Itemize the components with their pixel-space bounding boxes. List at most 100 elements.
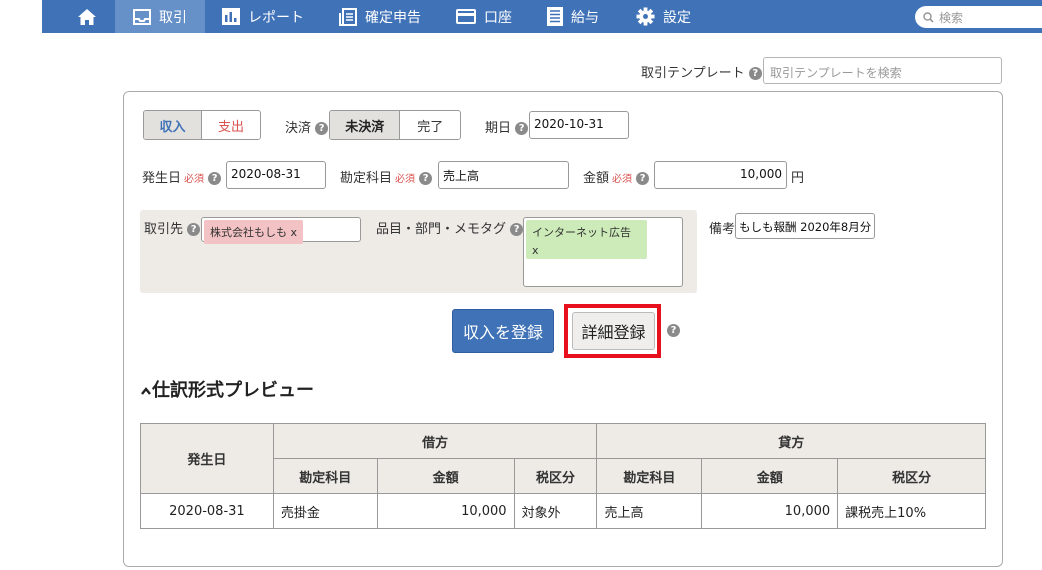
amount-input[interactable]: 10,000: [654, 161, 787, 189]
expense-toggle-button[interactable]: 支出: [202, 111, 260, 139]
nav-accounts-label: 口座: [484, 9, 512, 26]
nav-reports[interactable]: レポート: [222, 0, 304, 33]
search-icon: [923, 11, 934, 23]
col-header-credit-account: 勘定科目: [596, 458, 703, 494]
items-label-group: 品目・部門・メモタグ ?: [376, 218, 524, 237]
cell-debit-tax: 対象外: [513, 493, 598, 529]
template-label-group: 取引テンプレート ?: [641, 62, 762, 81]
settlement-toggle: 未決済 完了: [329, 110, 461, 140]
yen-unit: 円: [791, 171, 805, 186]
journal-preview-table: 発生日 借方 貸方 勘定科目 金額 税区分 勘定科目 金額 税区分 2020-0…: [140, 423, 986, 529]
chevron-up-icon: [141, 387, 151, 395]
expense-toggle-label: 支出: [217, 119, 244, 135]
account-input[interactable]: 売上高: [438, 161, 569, 189]
global-search-input[interactable]: 検索: [915, 6, 1042, 28]
table-row: 2020-08-31 売掛金 10,000 対象外 売上高 10,000 課税売…: [140, 493, 986, 529]
template-search-placeholder: 取引テンプレートを検索: [770, 66, 902, 80]
col-header-debit-tax: 税区分: [513, 458, 598, 494]
issue-date-label: 発生日: [142, 171, 182, 186]
document-icon: [339, 7, 357, 26]
col-header-debit: 借方: [272, 423, 598, 459]
required-mark: 必須: [612, 174, 633, 185]
due-date-label: 期日: [485, 121, 512, 136]
settlement-label-group: 決済 ?: [285, 117, 329, 136]
nav-tax-return-label: 確定申告: [365, 9, 421, 26]
col-header-credit-tax: 税区分: [837, 458, 986, 494]
income-toggle-button[interactable]: 収入: [144, 111, 202, 139]
cell-debit-amount: 10,000: [376, 493, 515, 529]
nav-reports-label: レポート: [248, 9, 304, 26]
issue-date-label-group: 発生日 必須 ?: [142, 167, 222, 186]
items-label: 品目・部門・メモタグ: [376, 222, 507, 237]
help-icon[interactable]: ?: [315, 122, 329, 135]
required-mark: 必須: [395, 174, 416, 185]
partner-tag[interactable]: 株式会社もしも x: [204, 220, 304, 244]
cell-credit-amount: 10,000: [701, 493, 839, 529]
issue-date-input[interactable]: 2020-08-31: [226, 161, 326, 189]
list-icon: [547, 7, 563, 26]
help-icon[interactable]: ?: [515, 122, 529, 135]
gear-icon: [636, 7, 655, 26]
help-icon[interactable]: ?: [636, 172, 650, 185]
cell-credit-tax: 課税売上10%: [837, 493, 986, 529]
help-icon[interactable]: ?: [667, 324, 680, 337]
settled-toggle-label: 完了: [417, 119, 444, 135]
partner-label-group: 取引先 ?: [144, 218, 201, 237]
account-label: 勘定科目: [340, 171, 393, 186]
register-income-label: 収入を登録: [462, 323, 543, 342]
col-header-debit-account: 勘定科目: [272, 458, 378, 494]
cell-debit-account: 売掛金: [272, 493, 378, 529]
income-expense-toggle: 収入 支出: [143, 110, 261, 140]
nav-settings[interactable]: 設定: [636, 0, 691, 33]
register-income-button[interactable]: 収入を登録: [452, 309, 554, 353]
settlement-label: 決済: [285, 121, 312, 136]
template-search-input[interactable]: 取引テンプレートを検索: [763, 57, 1002, 84]
template-label: 取引テンプレート: [641, 66, 745, 81]
unsettled-toggle-label: 未決済: [345, 119, 385, 135]
inbox-icon: [133, 8, 151, 25]
amount-label: 金額: [583, 171, 610, 186]
amount-label-group: 金額 必須 ?: [583, 167, 650, 186]
unsettled-toggle-button[interactable]: 未決済: [330, 111, 401, 139]
nav-payroll-label: 給与: [571, 9, 599, 26]
memo-tag-remove[interactable]: x: [532, 242, 641, 260]
col-header-credit: 貸方: [596, 423, 986, 459]
detail-register-button[interactable]: 詳細登録: [572, 312, 655, 350]
help-icon[interactable]: ?: [748, 67, 762, 80]
nav-transactions-label: 取引: [159, 9, 187, 26]
preview-title: 仕訳形式プレビュー: [152, 380, 314, 401]
required-mark: 必須: [184, 174, 205, 185]
search-placeholder: 検索: [939, 10, 964, 25]
due-date-input[interactable]: 2020-10-31: [529, 111, 629, 139]
cell-credit-account: 売上高: [596, 493, 703, 529]
nav-settings-label: 設定: [663, 9, 691, 26]
help-icon[interactable]: ?: [510, 223, 524, 236]
col-header-debit-amount: 金額: [376, 458, 515, 494]
bar-chart-icon: [222, 8, 240, 25]
nav-payroll[interactable]: 給与: [547, 0, 599, 33]
help-icon[interactable]: ?: [187, 223, 201, 236]
remarks-label: 備考: [709, 222, 736, 237]
credit-card-icon: [456, 9, 476, 24]
memo-tag[interactable]: インターネット広告 x: [526, 220, 647, 259]
settled-toggle-button[interactable]: 完了: [400, 111, 460, 139]
partner-label: 取引先: [144, 222, 184, 237]
income-toggle-label: 収入: [159, 119, 186, 135]
table-header-row: 発生日 借方 貸方: [140, 423, 986, 494]
preview-section-title[interactable]: 仕訳形式プレビュー: [140, 376, 314, 402]
col-header-date: 発生日: [140, 423, 274, 494]
help-icon[interactable]: ?: [419, 172, 433, 185]
nav-home[interactable]: [76, 0, 98, 33]
col-header-credit-amount: 金額: [701, 458, 839, 494]
nav-tax-return[interactable]: 確定申告: [339, 0, 421, 33]
detail-register-label: 詳細登録: [581, 323, 646, 342]
top-navbar: 取引 レポート 確定申告 口座 給与 設定 検索: [42, 0, 1042, 33]
nav-transactions[interactable]: 取引: [115, 0, 205, 33]
account-label-group: 勘定科目 必須 ?: [340, 167, 433, 186]
nav-accounts[interactable]: 口座: [456, 0, 512, 33]
help-icon[interactable]: ?: [208, 172, 222, 185]
due-date-label-group: 期日 ?: [485, 117, 529, 136]
memo-tag-label: インターネット広告: [532, 226, 631, 239]
cell-date: 2020-08-31: [140, 493, 274, 529]
remarks-input[interactable]: もしも報酬 2020年8月分: [735, 213, 875, 239]
